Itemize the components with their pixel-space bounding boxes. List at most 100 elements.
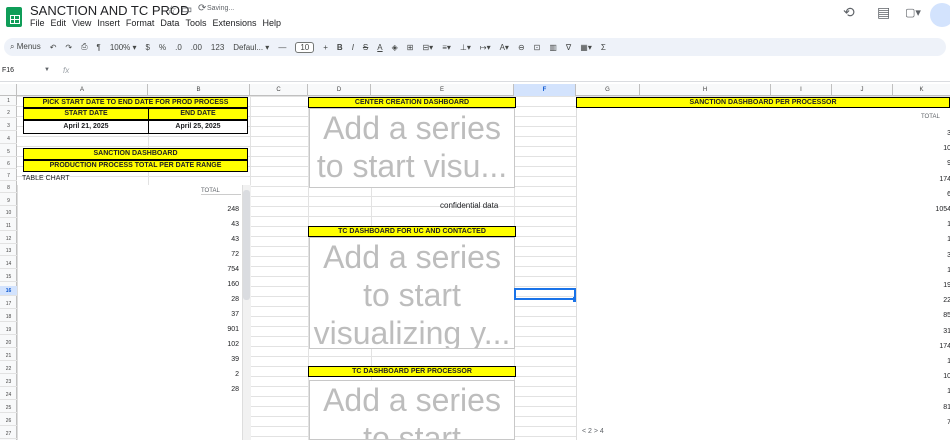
decrease-decimal-button[interactable]: .0	[175, 43, 182, 52]
row-header[interactable]: 10	[0, 208, 17, 218]
menu-format[interactable]: Format	[126, 18, 155, 28]
table-chart[interactable]: TOTAL 248 43 43 72 754 160 28 37 901 102…	[17, 185, 250, 440]
row-header[interactable]: 5	[0, 147, 17, 157]
merge-cells-icon[interactable]: ⊟▾	[422, 43, 433, 52]
filter-icon[interactable]: ∇	[566, 43, 571, 52]
row-header[interactable]: 23	[0, 377, 17, 387]
row-header[interactable]: 21	[0, 351, 17, 361]
menu-tools[interactable]: Tools	[185, 18, 206, 28]
more-formats-button[interactable]: 123	[211, 43, 224, 52]
row-header-selected[interactable]: 16	[0, 286, 17, 296]
bold-button[interactable]: B	[337, 43, 343, 52]
menu-data[interactable]: Data	[160, 18, 179, 28]
column-header-b[interactable]: B	[148, 84, 250, 96]
cell-start-date-value[interactable]: April 21, 2025	[23, 120, 149, 134]
row-header[interactable]: 24	[0, 390, 17, 400]
cell-production-total[interactable]: PRODUCTION PROCESS TOTAL PER DATE RANGE	[23, 160, 248, 172]
insert-comment-icon[interactable]: ⊡	[534, 43, 541, 52]
fill-color-icon[interactable]: ◈	[392, 43, 398, 52]
menu-file[interactable]: File	[30, 18, 45, 28]
font-size-increase[interactable]: +	[323, 43, 328, 52]
cell-table-chart-label[interactable]: TABLE CHART	[22, 175, 70, 182]
select-all-corner[interactable]	[0, 84, 17, 96]
row-header[interactable]: 4	[0, 134, 17, 144]
processor-chart-pager[interactable]: < 2 > 4	[582, 428, 604, 435]
cell-end-date-label[interactable]: END DATE	[148, 108, 248, 120]
name-box[interactable]: F16	[2, 67, 14, 74]
version-history-icon[interactable]: ⟲	[843, 4, 855, 21]
column-header-h[interactable]: H	[640, 84, 771, 96]
row-header[interactable]: 13	[0, 246, 17, 256]
borders-icon[interactable]: ⊞	[407, 43, 414, 52]
avatar[interactable]	[930, 3, 950, 27]
font-select[interactable]: Defaul... ▾	[233, 43, 269, 52]
column-header-j[interactable]: J	[832, 84, 893, 96]
font-size-input[interactable]: 10	[295, 41, 315, 53]
horizontal-align-icon[interactable]: ≡▾	[442, 43, 451, 52]
column-header-i[interactable]: I	[771, 84, 832, 96]
column-header-c[interactable]: C	[250, 84, 308, 96]
column-header-f[interactable]: F	[514, 84, 576, 96]
currency-format-button[interactable]: $	[146, 43, 150, 52]
meet-icon[interactable]: ▢▾	[905, 6, 921, 19]
empty-chart-tc-processor[interactable]: Add a series to start	[309, 380, 515, 440]
cell-start-date-label[interactable]: START DATE	[23, 108, 149, 120]
menu-extensions[interactable]: Extensions	[212, 18, 256, 28]
cell-sanction-dashboard-per-processor[interactable]: SANCTION DASHBOARD PER PROCESSOR	[576, 97, 950, 108]
row-header[interactable]: 18	[0, 312, 17, 322]
filter-views-icon[interactable]: ▦▾	[580, 43, 592, 52]
menu-edit[interactable]: Edit	[51, 18, 67, 28]
cell-tc-dashboard-processor[interactable]: TC DASHBOARD PER PROCESSOR	[308, 366, 516, 377]
comments-icon[interactable]: ▤	[877, 4, 890, 21]
italic-button[interactable]: I	[352, 43, 354, 52]
text-color-button[interactable]: A	[377, 43, 382, 52]
row-header[interactable]: 6	[0, 159, 17, 169]
sheets-logo-icon[interactable]	[6, 7, 22, 27]
cell-center-creation-dashboard[interactable]: CENTER CREATION DASHBOARD	[308, 97, 516, 108]
row-header[interactable]: 1	[0, 96, 17, 106]
cell-tc-dashboard-uc[interactable]: TC DASHBOARD FOR UC AND CONTACTED	[308, 226, 516, 237]
cell-sanction-dashboard[interactable]: SANCTION DASHBOARD	[23, 148, 248, 160]
row-header[interactable]: 20	[0, 338, 17, 348]
row-header[interactable]: 27	[0, 429, 17, 439]
empty-chart-center-creation[interactable]: Add a series to start visu...	[309, 108, 515, 188]
column-header-a[interactable]: A	[17, 84, 148, 96]
search-menus-button[interactable]: ⌕ Menus	[10, 42, 41, 52]
empty-chart-tc-uc[interactable]: Add a series to start visualizing y...	[309, 237, 515, 349]
text-rotation-icon[interactable]: A▾	[500, 43, 509, 52]
row-header[interactable]: 7	[0, 171, 17, 181]
row-header[interactable]: 8	[0, 183, 17, 193]
print-icon[interactable]: ⎙	[81, 42, 87, 52]
menu-insert[interactable]: Insert	[97, 18, 120, 28]
row-header[interactable]: 12	[0, 234, 17, 244]
folder-icon[interactable]: ▭	[181, 2, 192, 16]
selected-cell-f16[interactable]	[514, 288, 576, 300]
cell-a1-header[interactable]: PICK START DATE TO END DATE FOR PROD PRO…	[23, 97, 248, 108]
row-header[interactable]: 25	[0, 403, 17, 413]
column-header-d[interactable]: D	[308, 84, 371, 96]
font-size-decrease[interactable]: —	[278, 43, 286, 52]
column-header-k[interactable]: K	[893, 84, 950, 96]
row-header[interactable]: 2	[0, 108, 17, 118]
insert-link-icon[interactable]: ⊖	[518, 43, 525, 52]
column-header-e[interactable]: E	[371, 84, 514, 96]
cell-end-date-value[interactable]: April 25, 2025	[148, 120, 248, 134]
menu-help[interactable]: Help	[262, 18, 281, 28]
chevron-down-icon[interactable]: ▼	[44, 67, 50, 73]
row-header[interactable]: 11	[0, 221, 17, 231]
row-header[interactable]: 19	[0, 325, 17, 335]
percent-format-button[interactable]: %	[159, 43, 166, 52]
zoom-select[interactable]: 100% ▾	[110, 43, 137, 52]
row-header[interactable]: 14	[0, 259, 17, 269]
star-icon[interactable]: ☆	[166, 3, 177, 17]
row-header[interactable]: 17	[0, 299, 17, 309]
row-header[interactable]: 22	[0, 364, 17, 374]
strikethrough-button[interactable]: S	[363, 43, 368, 52]
column-header-g[interactable]: G	[576, 84, 640, 96]
paint-format-icon[interactable]: ¶	[97, 43, 101, 52]
insert-chart-icon[interactable]: ▥	[549, 43, 557, 52]
row-header[interactable]: 15	[0, 272, 17, 282]
row-header[interactable]: 26	[0, 416, 17, 426]
text-wrap-icon[interactable]: ↦▾	[480, 43, 491, 52]
menu-view[interactable]: View	[72, 18, 91, 28]
